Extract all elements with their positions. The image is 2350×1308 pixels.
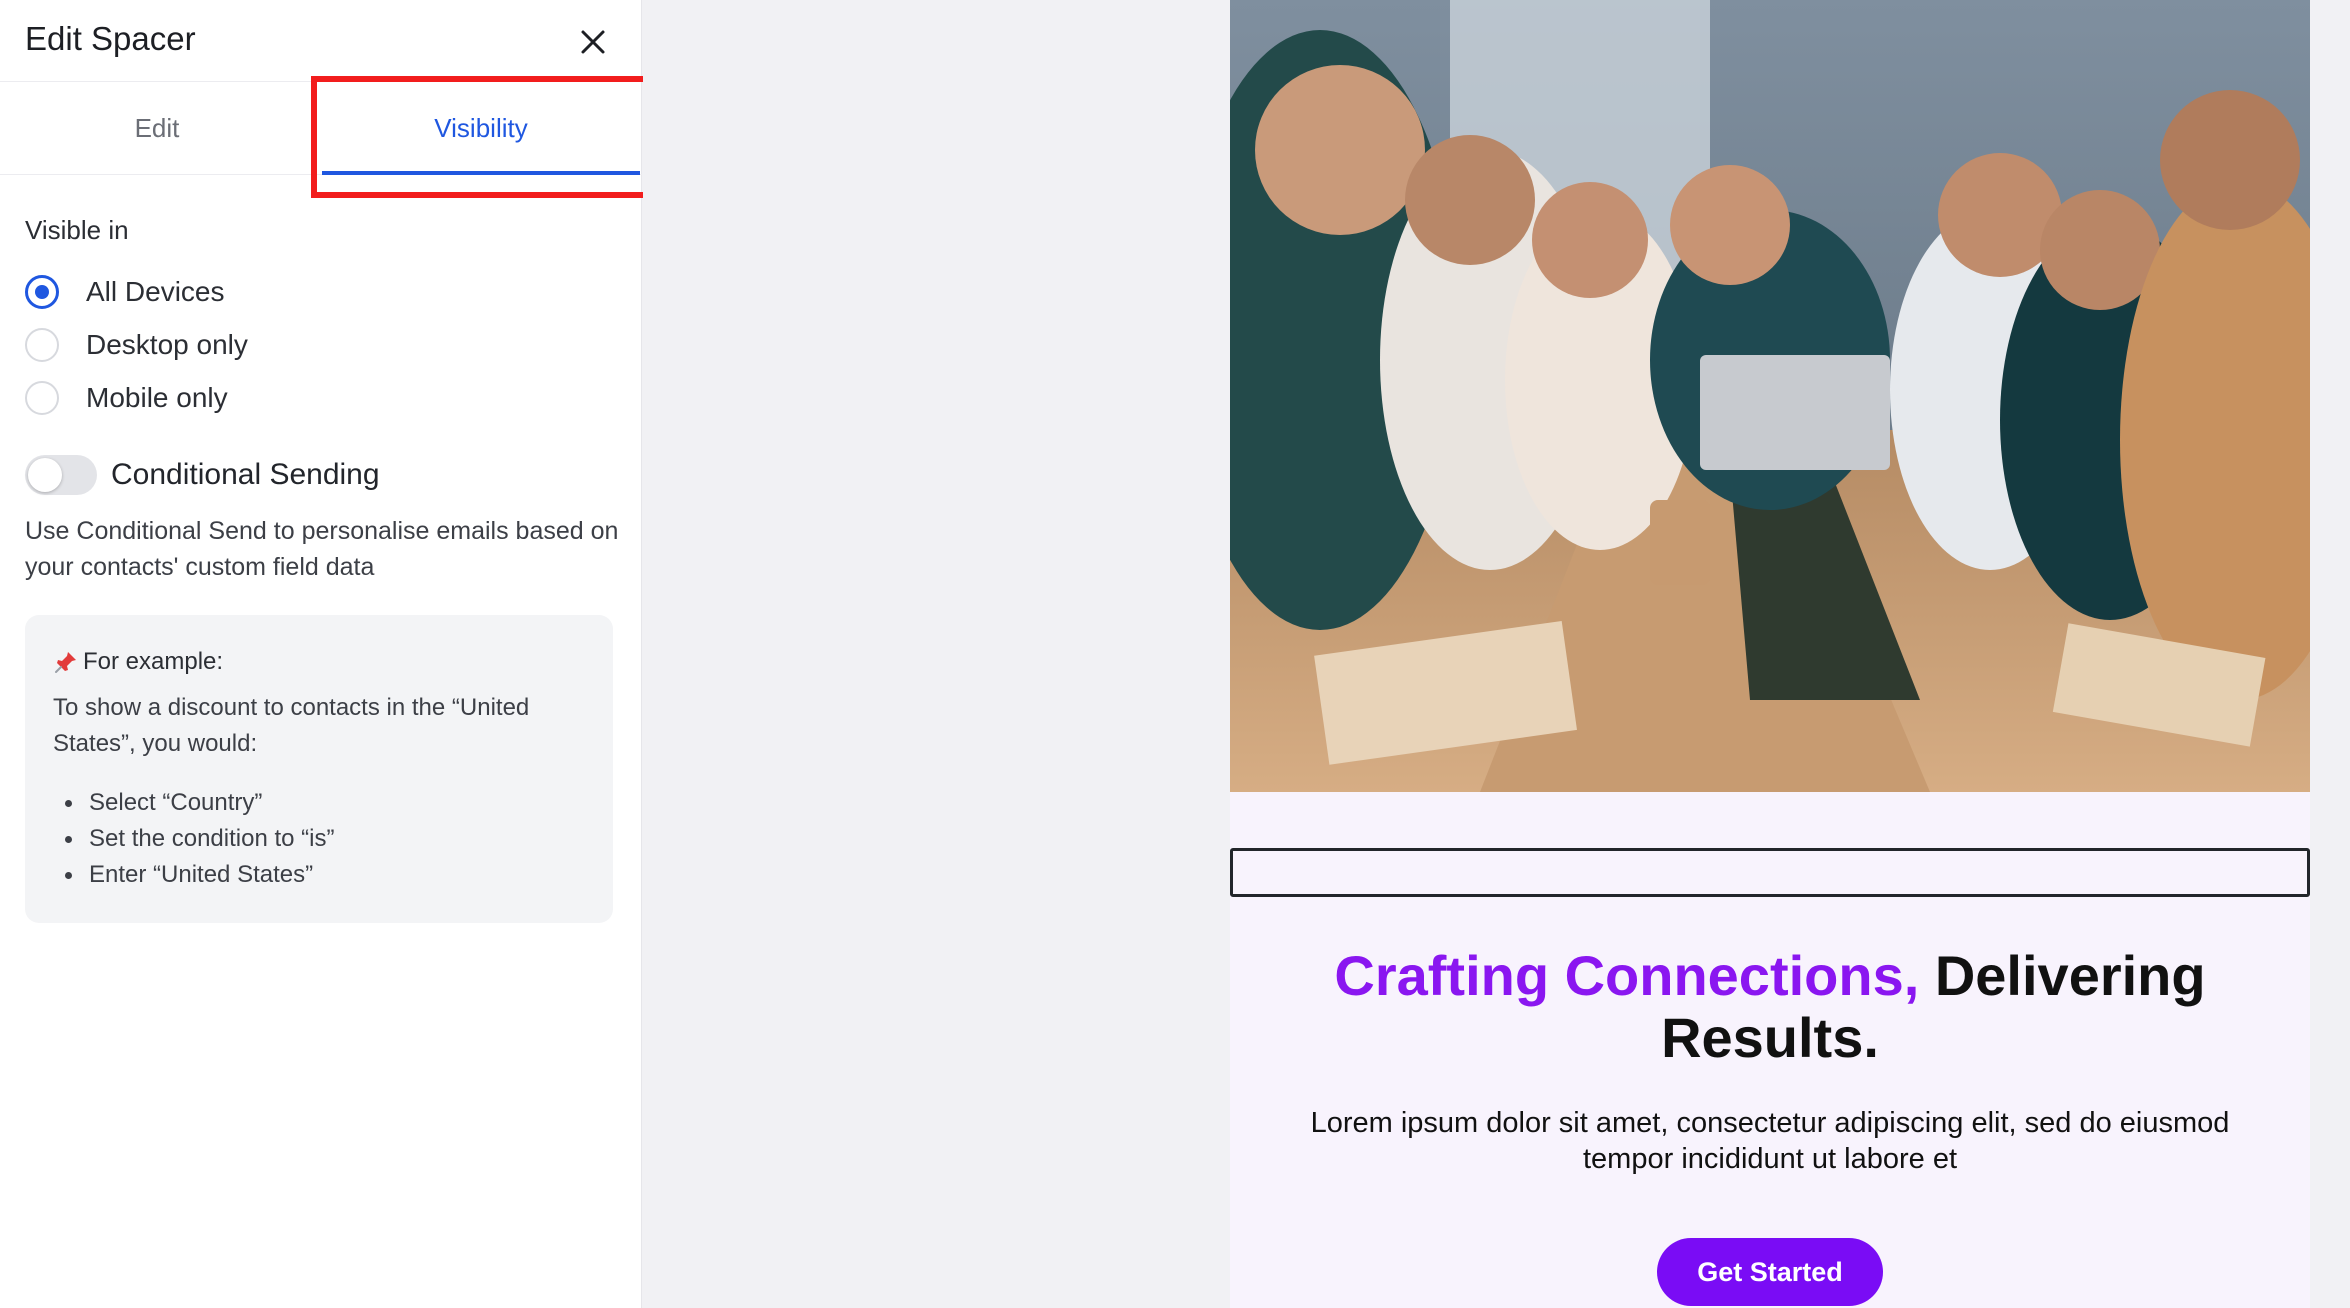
pushpin-icon bbox=[55, 652, 76, 673]
team-meeting-photo bbox=[1230, 0, 2310, 792]
selected-spacer-block[interactable] bbox=[1230, 848, 2310, 897]
radio-label: All Devices bbox=[86, 276, 225, 307]
panel-title: Edit Spacer bbox=[25, 20, 196, 57]
conditional-sending-row: Conditional Sending bbox=[25, 453, 380, 497]
example-title-row: For example: bbox=[53, 648, 223, 676]
headline: Crafting Connections, Delivering Results… bbox=[1270, 945, 2270, 1069]
radio-button-checked[interactable] bbox=[25, 275, 59, 309]
visible-in-label: Visible in bbox=[25, 215, 129, 245]
radio-desktop-only[interactable]: Desktop only bbox=[25, 325, 248, 365]
example-text: To show a discount to contacts in the “U… bbox=[53, 694, 530, 757]
example-callout: For example: To show a discount to conta… bbox=[25, 615, 613, 923]
radio-label: Mobile only bbox=[86, 382, 228, 413]
hero-image[interactable] bbox=[1230, 0, 2310, 792]
close-icon bbox=[581, 30, 605, 54]
conditional-sending-toggle[interactable] bbox=[25, 455, 97, 495]
list-item: Select “Country” bbox=[53, 785, 334, 821]
body-text: Lorem ipsum dolor sit amet, consectetur … bbox=[1310, 1107, 2230, 1175]
tab-bar: Edit Visibility bbox=[0, 82, 642, 175]
radio-mobile-only[interactable]: Mobile only bbox=[25, 378, 228, 418]
tab-visibility[interactable]: Visibility bbox=[322, 82, 640, 175]
conditional-sending-label: Conditional Sending bbox=[111, 458, 380, 491]
close-button[interactable] bbox=[573, 22, 613, 62]
conditional-sending-description: Use Conditional Send to personalise emai… bbox=[25, 517, 619, 581]
radio-button[interactable] bbox=[25, 381, 59, 415]
radio-all-devices[interactable]: All Devices bbox=[25, 272, 224, 312]
tab-edit[interactable]: Edit bbox=[0, 82, 314, 175]
get-started-button[interactable]: Get Started bbox=[1657, 1238, 1883, 1306]
radio-button[interactable] bbox=[25, 328, 59, 362]
radio-label: Desktop only bbox=[86, 329, 248, 360]
list-item: Set the condition to “is” bbox=[53, 821, 334, 857]
example-title: For example: bbox=[83, 648, 224, 675]
panel-header: Edit Spacer bbox=[0, 0, 641, 82]
active-tab-indicator bbox=[322, 171, 640, 175]
email-preview: Crafting Connections, Delivering Results… bbox=[1230, 0, 2310, 1308]
example-steps: Select “Country” Set the condition to “i… bbox=[53, 785, 334, 893]
list-item: Enter “United States” bbox=[53, 857, 334, 893]
edit-spacer-panel: Edit Spacer Edit Visibility Visible in A… bbox=[0, 0, 656, 1308]
headline-accent: Crafting Connections, bbox=[1334, 944, 1920, 1007]
